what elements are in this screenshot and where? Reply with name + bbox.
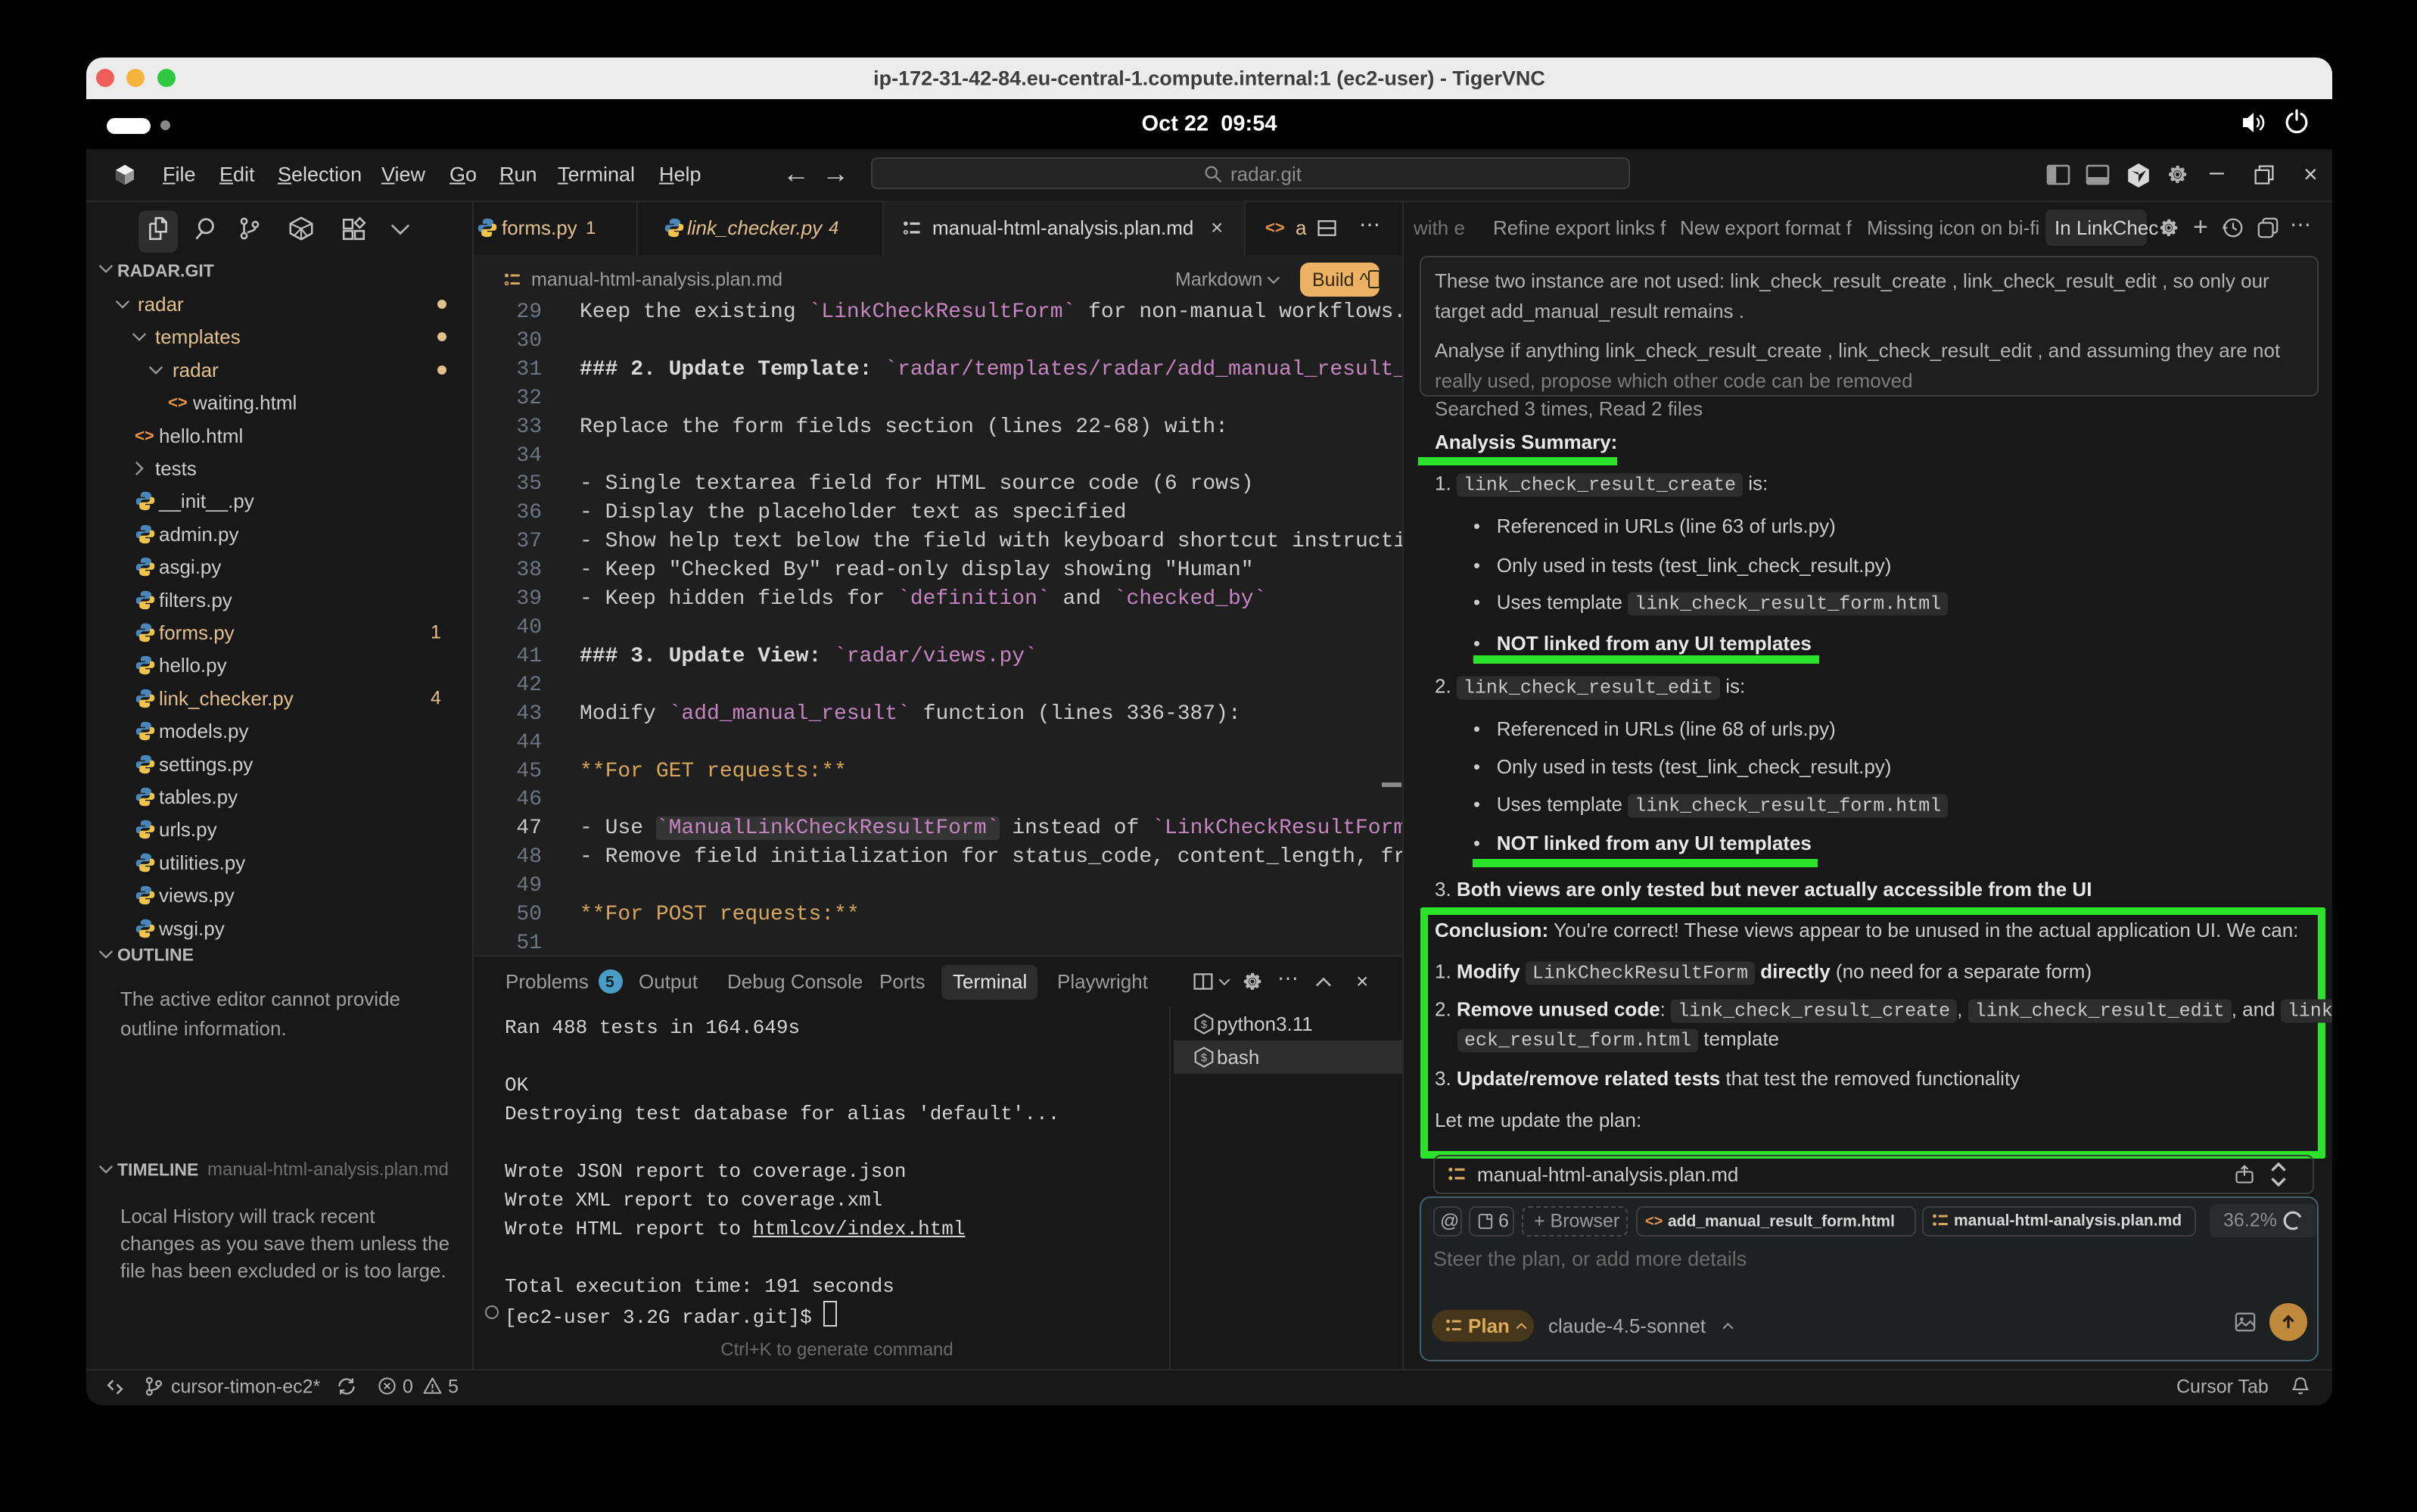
svg-text:$: $ <box>1201 1019 1208 1031</box>
svg-text:$: $ <box>1201 1052 1208 1065</box>
